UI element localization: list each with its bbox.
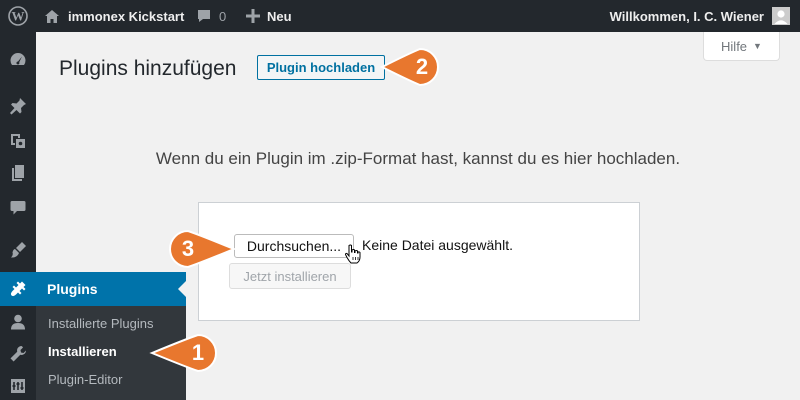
upload-help-text: Wenn du ein Plugin im .zip-Format hast, … bbox=[155, 149, 681, 168]
pin-icon[interactable] bbox=[0, 92, 36, 120]
callout-number: 3 bbox=[181, 236, 195, 261]
callout-1: 1 bbox=[148, 331, 220, 375]
callout-3: 3 bbox=[166, 227, 238, 271]
plus-icon bbox=[246, 9, 260, 23]
dashboard-icon[interactable] bbox=[0, 46, 36, 74]
comments-menu-icon[interactable] bbox=[0, 194, 36, 222]
new-label: Neu bbox=[267, 8, 292, 24]
help-tab-button[interactable]: Hilfe ▼ bbox=[703, 32, 780, 61]
page-title: Plugins hinzufügen bbox=[59, 57, 237, 80]
comments-count: 0 bbox=[219, 8, 227, 24]
sidebar-item-label: Plugins bbox=[47, 281, 98, 297]
browse-file-button[interactable]: Durchsuchen... bbox=[234, 234, 354, 258]
file-status-text: Keine Datei ausgewählt. bbox=[362, 237, 513, 253]
settings-icon[interactable] bbox=[0, 372, 36, 400]
tools-icon[interactable] bbox=[0, 340, 36, 368]
help-tab-label: Hilfe bbox=[721, 38, 748, 54]
appearance-icon[interactable] bbox=[0, 236, 36, 264]
avatar bbox=[772, 7, 790, 25]
wordpress-logo-icon[interactable]: W bbox=[8, 0, 28, 32]
callout-2: 2 bbox=[378, 45, 442, 89]
submenu-item-add-new[interactable]: Installieren bbox=[48, 344, 117, 359]
plugin-icon bbox=[0, 272, 36, 306]
install-now-button[interactable]: Jetzt installieren bbox=[229, 263, 351, 289]
account-menu[interactable]: Willkommen, I. C. Wiener bbox=[610, 0, 790, 32]
site-home-link[interactable]: immonex Kickstart bbox=[44, 0, 184, 32]
sidebar-item-plugins[interactable]: Plugins bbox=[0, 272, 186, 306]
greeting: Willkommen, I. C. Wiener bbox=[609, 8, 764, 24]
comment-icon bbox=[196, 8, 212, 24]
comments-link[interactable]: 0 bbox=[196, 0, 226, 32]
hand-cursor-icon bbox=[344, 244, 362, 269]
admin-bar: W immonex Kickstart 0 Neu Willkommen, I.… bbox=[0, 0, 800, 32]
submenu-item-plugin-editor[interactable]: Plugin-Editor bbox=[48, 372, 122, 387]
callout-number: 1 bbox=[191, 340, 205, 365]
callout-number: 2 bbox=[415, 54, 429, 79]
upload-plugin-button[interactable]: Plugin hochladen bbox=[257, 55, 385, 80]
submenu-item-installed-plugins[interactable]: Installierte Plugins bbox=[48, 316, 154, 331]
caret-down-icon: ▼ bbox=[753, 41, 762, 51]
home-icon bbox=[44, 9, 60, 24]
users-icon[interactable] bbox=[0, 308, 36, 336]
active-menu-arrow bbox=[178, 281, 186, 297]
svg-text:W: W bbox=[12, 9, 25, 24]
admin-side-menu bbox=[0, 32, 36, 400]
new-content-link[interactable]: Neu bbox=[246, 0, 292, 32]
upload-form bbox=[198, 202, 640, 321]
site-name: immonex Kickstart bbox=[68, 8, 185, 24]
